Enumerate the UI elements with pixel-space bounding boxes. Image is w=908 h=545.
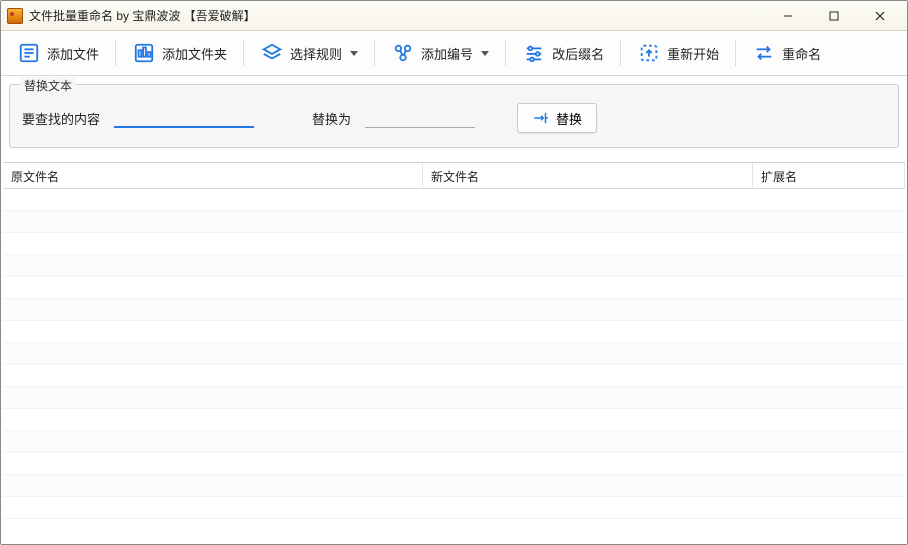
replace-button-label: 替换	[556, 109, 582, 128]
table-row[interactable]	[3, 277, 905, 299]
add-folder-button[interactable]: 添加文件夹	[124, 37, 235, 69]
table-row[interactable]	[3, 189, 905, 211]
table-row[interactable]	[3, 299, 905, 321]
separator	[505, 40, 506, 66]
replace-text-group: 替换文本 要查找的内容 替换为 替换	[9, 84, 899, 148]
maximize-button[interactable]	[811, 2, 857, 30]
add-files-button[interactable]: 添加文件	[9, 37, 107, 69]
minimize-button[interactable]	[765, 2, 811, 30]
separator	[620, 40, 621, 66]
add-number-label: 添加编号	[421, 44, 473, 63]
replace-button[interactable]: 替换	[517, 103, 597, 133]
separator	[374, 40, 375, 66]
change-ext-icon	[522, 41, 546, 65]
replace-with-label: 替换为	[312, 109, 351, 128]
column-ext[interactable]: 扩展名	[753, 163, 905, 188]
table-row[interactable]	[3, 365, 905, 387]
table-row[interactable]	[3, 343, 905, 365]
rename-button[interactable]: 重命名	[744, 37, 829, 69]
add-folder-label: 添加文件夹	[162, 44, 227, 63]
grid-body	[3, 189, 905, 519]
titlebar: 文件批量重命名 by 宝鼎波波 【吾爱破解】	[1, 1, 907, 31]
grid-header: 原文件名 新文件名 扩展名	[3, 163, 905, 189]
search-input[interactable]	[114, 108, 254, 128]
separator	[735, 40, 736, 66]
add-number-button[interactable]: 添加编号	[383, 37, 497, 69]
replace-icon	[532, 109, 550, 127]
select-rule-label: 选择规则	[290, 44, 342, 63]
window-title: 文件批量重命名 by 宝鼎波波 【吾爱破解】	[29, 7, 765, 24]
search-label: 要查找的内容	[22, 109, 100, 128]
table-row[interactable]	[3, 431, 905, 453]
close-button[interactable]	[857, 2, 903, 30]
chevron-down-icon	[481, 51, 489, 56]
replace-group-legend: 替换文本	[20, 77, 76, 94]
restart-label: 重新开始	[667, 44, 719, 63]
add-files-label: 添加文件	[47, 44, 99, 63]
separator	[243, 40, 244, 66]
table-row[interactable]	[3, 409, 905, 431]
rename-icon	[752, 41, 776, 65]
file-grid: 原文件名 新文件名 扩展名	[3, 162, 905, 519]
window-controls	[765, 2, 903, 30]
table-row[interactable]	[3, 233, 905, 255]
table-row[interactable]	[3, 255, 905, 277]
column-new[interactable]: 新文件名	[423, 163, 753, 188]
table-row[interactable]	[3, 211, 905, 233]
restart-icon	[637, 41, 661, 65]
app-icon	[7, 8, 23, 24]
change-ext-label: 改后缀名	[552, 44, 604, 63]
toolbar: 添加文件 添加文件夹 选择规则 添加编号 改后缀名 重新开始	[1, 31, 907, 76]
rename-label: 重命名	[782, 44, 821, 63]
replace-input[interactable]	[365, 108, 475, 128]
table-row[interactable]	[3, 497, 905, 519]
column-original[interactable]: 原文件名	[3, 163, 423, 188]
restart-button[interactable]: 重新开始	[629, 37, 727, 69]
chevron-down-icon	[350, 51, 358, 56]
select-rule-icon	[260, 41, 284, 65]
change-ext-button[interactable]: 改后缀名	[514, 37, 612, 69]
add-files-icon	[17, 41, 41, 65]
separator	[115, 40, 116, 66]
table-row[interactable]	[3, 453, 905, 475]
table-row[interactable]	[3, 387, 905, 409]
select-rule-button[interactable]: 选择规则	[252, 37, 366, 69]
add-folder-icon	[132, 41, 156, 65]
table-row[interactable]	[3, 475, 905, 497]
table-row[interactable]	[3, 321, 905, 343]
add-number-icon	[391, 41, 415, 65]
